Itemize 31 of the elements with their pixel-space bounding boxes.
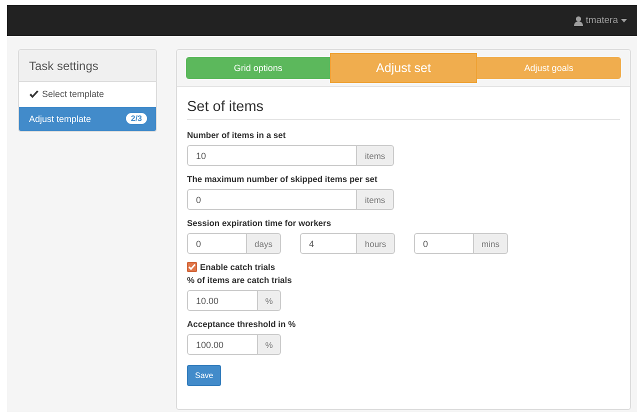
unit-addon: items [357,189,394,210]
input-field[interactable]: 10.00 [187,290,258,311]
input-field[interactable]: 0 [414,233,474,254]
unit-addon: hours [357,233,395,254]
sidebar-item[interactable]: Adjust template 2/3 [19,106,156,131]
input-field[interactable]: 10 [187,145,357,166]
input-field[interactable]: 4 [300,233,357,254]
field-label: Number of items in a set [187,130,287,140]
checkbox[interactable] [187,262,197,272]
field-label: Session expiration time for workers [187,218,332,228]
step-count-badge: 2/3 [126,113,147,124]
unit-addon: days [247,233,281,254]
user-menu[interactable]: tmatera [572,13,629,28]
section-title: Set of items [187,99,620,120]
sidebar-item[interactable]: Select template [19,82,156,107]
panel-title: Task settings [19,50,156,82]
field-label: Acceptance threshold in % [187,319,297,329]
field-label: The maximum number of skipped items per set [187,174,378,184]
unit-addon: % [258,290,281,311]
person-icon [574,16,583,26]
unit-addon: mins [474,233,508,254]
unit-addon: items [357,145,394,166]
input-field[interactable]: 100.00 [187,334,258,355]
check-icon [29,90,39,99]
field-label: Enable catch trials [200,262,276,272]
save-button[interactable]: Save [187,365,222,386]
field-label: % of items are catch trials [187,275,293,285]
caret-icon [621,18,627,22]
input-field[interactable]: 0 [187,189,357,210]
input-field[interactable]: 0 [187,233,247,254]
unit-addon: % [258,334,281,355]
